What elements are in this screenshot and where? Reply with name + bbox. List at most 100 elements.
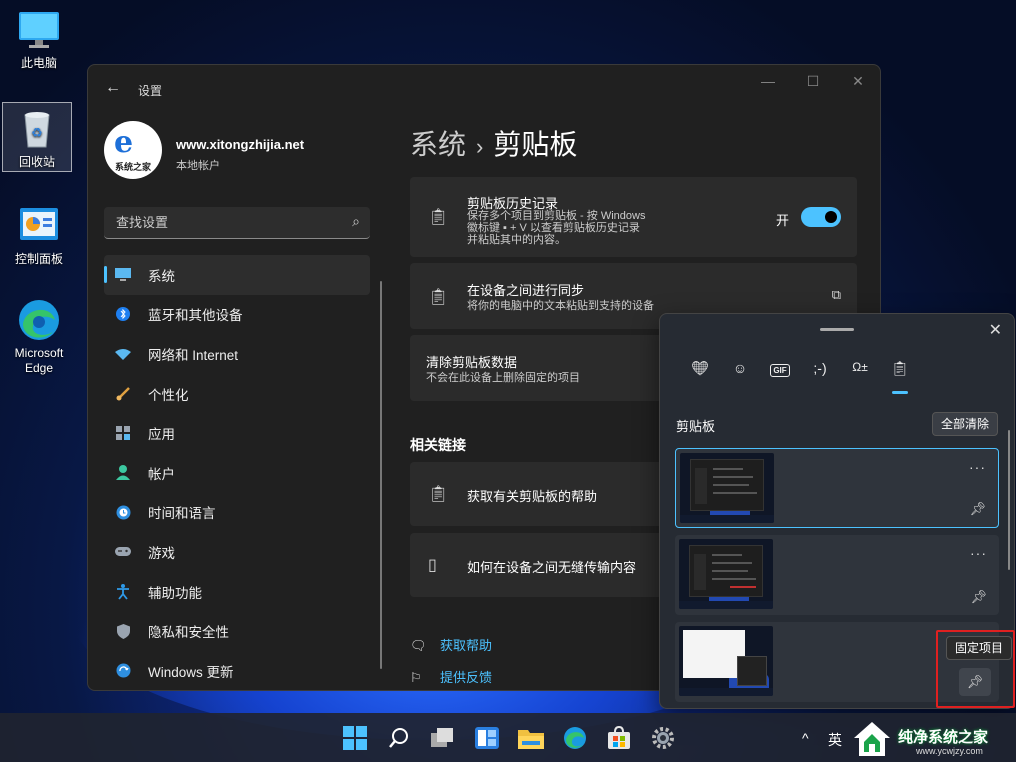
sidebar-item-label: 隐私和安全性 bbox=[148, 625, 229, 641]
sidebar-item-windows-update[interactable]: Windows 更新 bbox=[104, 651, 370, 690]
house-logo-icon bbox=[854, 722, 890, 756]
help-icon: 🗨︎ bbox=[410, 638, 427, 653]
monitor-icon bbox=[17, 8, 61, 52]
desktop-icon-label: Microsoft Edge bbox=[14, 346, 64, 375]
drag-handle[interactable] bbox=[820, 328, 854, 331]
sidebar-item-label: 帐户 bbox=[148, 466, 175, 482]
watermark-logo: 纯净系统之家 www.ycwjzy.com bbox=[846, 716, 1016, 762]
desktop-icon-label: 此电脑 bbox=[20, 56, 57, 70]
clipboard-heading: 剪贴板 bbox=[676, 419, 716, 434]
widgets-icon[interactable] bbox=[472, 723, 502, 753]
sidebar-scrollbar[interactable] bbox=[380, 281, 382, 669]
desktop-icon-label: 控制面板 bbox=[14, 252, 63, 266]
desktop-icon-this-pc[interactable]: 此电脑 bbox=[4, 8, 74, 71]
clipboard-icon: ▯ bbox=[428, 557, 437, 574]
monitor-icon bbox=[114, 266, 132, 284]
clipboard-history-toggle[interactable] bbox=[801, 207, 841, 227]
maximize-icon[interactable]: ☐ bbox=[798, 73, 828, 90]
sidebar-item-label: 个性化 bbox=[148, 387, 189, 403]
card-desc: 不会在此设备上删除固定的项目 bbox=[426, 372, 580, 384]
symbols-icon[interactable]: Ω± bbox=[840, 360, 880, 384]
update-icon bbox=[114, 662, 132, 680]
sidebar-item-network[interactable]: 网络和 Internet bbox=[104, 334, 370, 374]
related-link-label: 如何在设备之间无缝传输内容 bbox=[467, 560, 637, 575]
toggle-state-label: 开 bbox=[775, 213, 789, 228]
search-input[interactable] bbox=[104, 207, 334, 237]
file-explorer-icon[interactable] bbox=[516, 723, 546, 753]
clipboard-item[interactable]: ··· 📌︎ bbox=[675, 535, 999, 615]
breadcrumb-parent[interactable]: 系统 bbox=[410, 129, 466, 160]
clipboard-list-icon: 📋︎ bbox=[428, 486, 449, 503]
minimize-icon[interactable]: — bbox=[753, 73, 783, 89]
emoji-icon[interactable]: ☺ bbox=[720, 360, 760, 384]
card-desc: 并粘贴其中的内容。 bbox=[467, 234, 566, 246]
tray-chevron-icon[interactable]: ^ bbox=[802, 730, 809, 746]
desktop-icon-recycle-bin[interactable]: ♻ 回收站 bbox=[2, 102, 72, 172]
sidebar-item-personalization[interactable]: 个性化 bbox=[104, 374, 370, 414]
ime-indicator[interactable]: 英 bbox=[828, 730, 842, 750]
more-options-icon[interactable]: ··· bbox=[970, 545, 987, 561]
feedback-link[interactable]: ⚐ 提供反馈 bbox=[410, 667, 492, 686]
sidebar-item-label: 辅助功能 bbox=[148, 585, 202, 601]
back-arrow-icon[interactable]: ← bbox=[105, 79, 121, 97]
close-icon[interactable]: ✕ bbox=[989, 320, 1002, 340]
sidebar-item-privacy[interactable]: 隐私和安全性 bbox=[104, 611, 370, 651]
bluetooth-icon bbox=[114, 305, 132, 323]
window-title: 设置 bbox=[138, 84, 163, 98]
task-view-icon[interactable] bbox=[428, 723, 458, 753]
clipboard-item[interactable]: ··· 📌︎ bbox=[675, 448, 999, 528]
external-link-icon: ⧉ bbox=[831, 287, 841, 302]
sticker-heart-icon[interactable]: 🖤︎ bbox=[680, 360, 720, 384]
recycle-bin-icon: ♻ bbox=[15, 107, 59, 151]
pin-icon[interactable]: 📌︎ bbox=[969, 501, 986, 517]
pin-icon[interactable]: 📌︎ bbox=[970, 589, 987, 605]
control-panel-icon bbox=[17, 204, 61, 248]
card-title: 在设备之间进行同步 bbox=[467, 283, 585, 298]
gif-icon[interactable]: GIF bbox=[760, 360, 800, 384]
gamepad-icon bbox=[114, 543, 132, 561]
sidebar-item-accounts[interactable]: 帐户 bbox=[104, 453, 370, 493]
kaomoji-icon[interactable]: ;-) bbox=[800, 360, 840, 384]
clipboard-scrollbar[interactable] bbox=[1008, 430, 1010, 570]
desktop-icon-edge[interactable]: Microsoft Edge bbox=[4, 298, 74, 376]
related-links-heading: 相关链接 bbox=[410, 437, 466, 453]
sidebar-item-time-language[interactable]: 时间和语言 bbox=[104, 493, 370, 533]
sidebar-item-label: 网络和 Internet bbox=[148, 347, 239, 363]
sidebar-item-accessibility[interactable]: 辅助功能 bbox=[104, 572, 370, 612]
sidebar-item-bluetooth[interactable]: 蓝牙和其他设备 bbox=[104, 295, 370, 335]
edge-icon[interactable] bbox=[560, 723, 590, 753]
clipboard-list-icon: 📋︎ bbox=[428, 209, 449, 226]
get-help-link[interactable]: 🗨︎ 获取帮助 bbox=[410, 635, 492, 654]
edge-icon bbox=[17, 298, 61, 342]
store-icon[interactable] bbox=[604, 723, 634, 753]
clipboard-icon[interactable]: 📋︎ bbox=[880, 360, 920, 394]
card-desc: 保存多个项目到剪贴板 - 按 Windows bbox=[467, 210, 646, 222]
profile-account-type: 本地帐户 bbox=[176, 160, 220, 172]
sidebar-item-gaming[interactable]: 游戏 bbox=[104, 532, 370, 572]
title-bar: ← 设置 — ☐ ✕ bbox=[88, 65, 880, 113]
svg-text:♻: ♻ bbox=[31, 125, 43, 140]
sidebar-item-label: 时间和语言 bbox=[148, 506, 216, 522]
related-link-label: 获取有关剪贴板的帮助 bbox=[467, 489, 598, 504]
accessibility-icon bbox=[114, 583, 132, 601]
close-icon[interactable]: ✕ bbox=[843, 73, 873, 90]
search-icon[interactable] bbox=[384, 723, 414, 753]
clock-globe-icon bbox=[114, 503, 132, 521]
clipboard-panel-tabs: 🖤︎ ☺ GIF ;-) Ω± 📋︎ bbox=[680, 360, 920, 394]
start-icon[interactable] bbox=[340, 723, 370, 753]
sidebar-item-apps[interactable]: 应用 bbox=[104, 413, 370, 453]
sidebar-item-system[interactable]: 系统 bbox=[104, 255, 370, 295]
card-title: 清除剪贴板数据 bbox=[426, 355, 518, 370]
clear-all-button[interactable]: 全部清除 bbox=[932, 412, 999, 436]
more-options-icon[interactable]: ··· bbox=[969, 459, 986, 475]
clipboard-sync-icon: 📋︎ bbox=[428, 289, 449, 306]
desktop-icon-label: 回收站 bbox=[18, 155, 55, 169]
desktop-icon-control-panel[interactable]: 控制面板 bbox=[4, 204, 74, 267]
page-title: 剪贴板 bbox=[493, 129, 578, 160]
settings-search-box[interactable]: ⌕ bbox=[104, 207, 370, 239]
sidebar-item-label: 蓝牙和其他设备 bbox=[148, 308, 243, 324]
settings-icon[interactable] bbox=[648, 723, 678, 753]
clipboard-item-thumbnail bbox=[679, 626, 773, 696]
highlight-annotation-box bbox=[936, 630, 1015, 708]
sidebar-item-label: 游戏 bbox=[148, 545, 175, 561]
